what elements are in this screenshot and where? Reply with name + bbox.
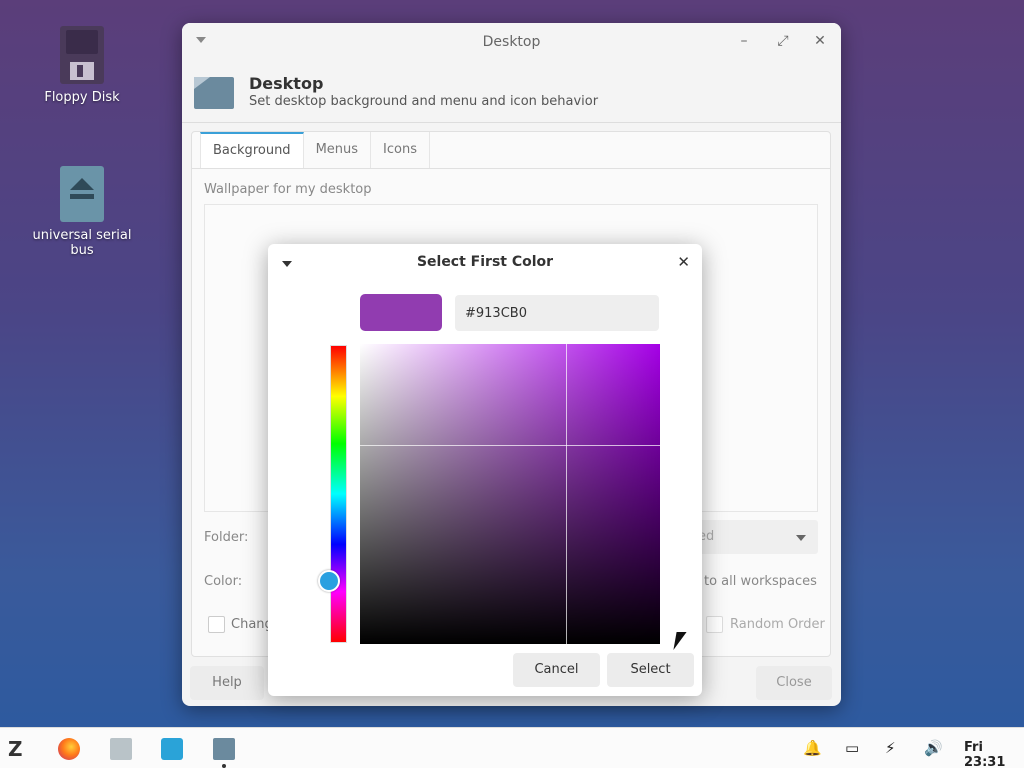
saturation-value-plane[interactable] [360,344,660,644]
chevron-down-icon [796,535,806,541]
color-picker-dialog: Select First Color ✕ Cancel Select [268,244,702,696]
random-order-label: Random Order [730,617,825,632]
apply-all-workspaces-label: to all workspaces [704,574,817,589]
window-header: Desktop Set desktop background and menu … [182,63,841,123]
desktop-icon-label: universal serial bus [32,228,132,258]
maximize-button[interactable]: ⤢ [773,33,793,49]
wallpaper-label: Wallpaper for my desktop [204,182,372,197]
power-icon[interactable]: ⚡ [885,739,896,757]
window-titlebar[interactable]: Desktop – ⤢ ✕ [182,23,841,63]
header-title: Desktop [249,74,324,93]
hex-color-input[interactable] [455,295,659,331]
tab-bar: Background Menus Icons [192,132,830,169]
dialog-title: Select First Color [416,254,554,270]
dialog-close-icon[interactable]: ✕ [677,253,690,271]
color-swatch [360,294,442,331]
desktop-settings-taskbar-icon[interactable] [213,738,235,760]
screen-icon[interactable]: ▭ [845,739,859,757]
close-window-button[interactable]: ✕ [810,33,830,49]
notifications-icon[interactable]: 🔔 [803,739,822,757]
active-app-indicator [222,764,226,768]
desktop-icon-label: Floppy Disk [44,90,120,105]
cancel-button[interactable]: Cancel [513,653,600,687]
desktop-settings-icon [194,77,234,109]
usb-drive-icon [60,166,104,222]
crosshair-horizontal [360,445,660,446]
clock[interactable]: Fri 23:31 [964,740,1024,768]
header-subtitle: Set desktop background and menu and icon… [249,94,599,109]
hue-slider[interactable] [330,345,347,643]
desktop-icon-usb[interactable]: universal serial bus [22,166,142,258]
hue-slider-handle[interactable] [318,570,340,592]
random-order-checkbox[interactable] [706,616,723,633]
help-button[interactable]: Help [190,666,264,700]
tab-icons[interactable]: Icons [371,132,430,168]
tab-menus[interactable]: Menus [304,132,372,168]
volume-icon[interactable]: 🔊 [924,739,943,757]
files-icon[interactable] [110,738,132,760]
change-background-checkbox[interactable] [208,616,225,633]
minimize-button[interactable]: – [734,33,754,49]
floppy-disk-icon [60,26,104,84]
zorin-menu-icon[interactable]: Z [8,738,30,760]
folder-label: Folder: [204,530,249,545]
select-button[interactable]: Select [607,653,694,687]
change-background-label: Chang [231,617,273,632]
taskbar: Z 🔔 ▭ ⚡ 🔊 Fri 23:31 [0,727,1024,768]
close-button[interactable]: Close [756,666,832,700]
tab-background[interactable]: Background [200,132,304,168]
color-label: Color: [204,574,243,589]
firefox-icon[interactable] [58,738,80,760]
crosshair-vertical [566,344,567,644]
desktop-icon-floppy-disk[interactable]: Floppy Disk [22,26,142,105]
software-store-icon[interactable] [161,738,183,760]
style-dropdown[interactable]: ed [688,520,818,554]
